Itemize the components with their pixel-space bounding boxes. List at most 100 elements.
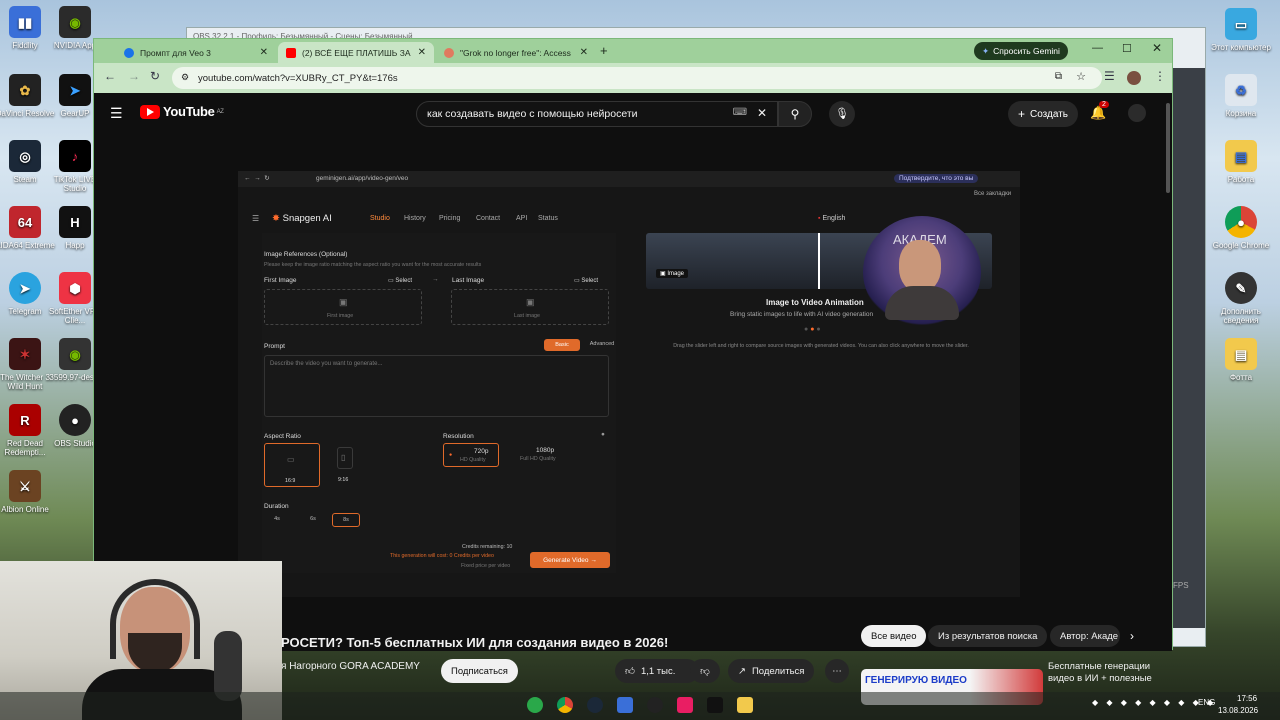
region-code: AZ [216,108,224,115]
duration-8s-option[interactable]: 8s [332,513,360,527]
minimize-button[interactable]: — [1092,42,1103,54]
desktop-icon-folder-work[interactable]: ▤ Работа [1210,140,1272,184]
taskbar-chrome-icon[interactable] [557,697,573,713]
suggested-video-title[interactable]: Бесплатные генерации видео в ИИ + полезн… [1048,661,1158,685]
share-button[interactable]: ↗ Поделиться [728,659,815,683]
desktop-icon-this-pc[interactable]: ▭ Этот компьютер [1210,8,1272,52]
last-image-select[interactable]: ▭ Select [574,277,598,284]
generation-cost: This generation will cost: 0 Credits per… [390,553,494,559]
chrome-window[interactable]: Промпт для Veo 3 ✕ (2) ВСЁ ЕЩЕ ПЛАТИШЬ З… [93,38,1173,705]
clock-time[interactable]: 17:56 [1237,694,1257,703]
page-scrollbar[interactable] [1166,103,1170,193]
tab-youtube-video[interactable]: (2) ВСЁ ЕЩЕ ПЛАТИШЬ ЗА ✕ [278,42,434,63]
nav-studio[interactable]: Studio [370,215,390,222]
image-badge: ▣ Image [656,269,689,278]
voice-search-button[interactable]: 🎙 [829,101,855,127]
tab-veo-prompt[interactable]: Промпт для Veo 3 ✕ [116,42,276,63]
reload-icon[interactable]: ↻ [150,69,160,83]
slider-handle[interactable] [818,233,820,289]
plus-icon: + [1018,107,1026,121]
first-image-dropzone[interactable]: ▣ First image [264,289,422,325]
app-menu-icon[interactable]: ☰ [252,214,259,223]
filter-all-videos[interactable]: Все видео [861,625,927,647]
taskbar-obs-icon[interactable] [647,697,663,713]
video-player[interactable]: ← → ↻ geminigen.ai/app/video-gen/veo Под… [238,171,1020,597]
desktop-icon-info[interactable]: ✎ Дополнить сведения [1210,272,1272,325]
nav-history[interactable]: History [404,215,426,222]
desktop-icon-recycle-bin[interactable]: ♻ Корзина [1210,74,1272,118]
obs-side-panel [1171,68,1205,628]
search-input[interactable]: как создавать видео с помощью нейросети … [416,101,778,127]
close-tab-icon[interactable]: ✕ [580,47,588,58]
channel-name[interactable]: я Нагорного GORA ACADEMY [281,661,420,672]
gemini-icon: ✦ [982,45,990,56]
subscribe-button[interactable]: Подписаться [441,659,518,683]
taskbar-refresh-app-icon[interactable] [527,697,543,713]
desktop-icon-albion[interactable]: ⚔ Albion Online [0,470,56,514]
tab-grok-article[interactable]: "Grok no longer free": Access ✕ [436,42,596,63]
nav-contact[interactable]: Contact [476,215,500,222]
clock-date[interactable]: 13.08.2026 [1218,706,1258,715]
mic-icon: 🎙 [835,108,849,120]
aspect-9-16-option[interactable]: ▯ [337,447,353,469]
taskbar-tiktok-icon[interactable] [677,697,693,713]
close-window-button[interactable]: ✕ [1152,41,1162,55]
mode-advanced-button[interactable]: Advanced [582,339,622,351]
dislike-button[interactable]: 👎︎ [690,659,720,683]
close-tab-icon[interactable]: ✕ [260,47,268,58]
filter-author[interactable]: Автор: Акаде [1050,625,1120,647]
bookmark-star-icon[interactable]: ☆ [1076,70,1086,83]
desktop-icon-google-chrome[interactable]: ● Google Chrome [1210,206,1272,250]
site-info-icon[interactable]: ⚙ [181,72,189,83]
url-field[interactable]: ⚙ youtube.com/watch?v=XUBRy_CT_PY&t=176s… [172,67,1102,89]
maximize-button[interactable]: ☐ [1122,42,1132,55]
account-avatar[interactable] [1128,104,1146,122]
taskbar-fiddlity-icon[interactable] [617,697,633,713]
install-app-icon[interactable]: ⧉ [1055,71,1062,82]
help-icon[interactable]: ● [601,431,605,438]
back-icon[interactable]: ← [104,69,116,83]
brand-logo[interactable]: ✸ Snapgen AI [272,213,332,224]
duration-label: Duration [264,503,289,510]
taskbar-steam-icon[interactable] [587,697,603,713]
youtube-logo[interactable]: YouTube AZ [140,104,224,119]
nav-status[interactable]: Status [538,215,558,222]
resolution-720p-option[interactable]: ● 720p HD Quality [443,443,499,467]
last-image-dropzone[interactable]: ▣ Last image [451,289,609,325]
mode-basic-button[interactable]: Basic [544,339,580,351]
taskbar-happ-icon[interactable] [707,697,723,713]
filter-from-search[interactable]: Из результатов поиска [928,625,1048,647]
clear-search-icon[interactable]: ✕ [757,106,767,120]
desktop-icon-folder-photo[interactable]: ▤ Фотта [1210,338,1272,382]
ask-gemini-button[interactable]: ✦ Спросить Gemini [974,42,1068,60]
generate-video-button[interactable]: Generate Video → [530,552,610,568]
extensions-icon[interactable]: ☰ [1104,69,1115,83]
profile-avatar[interactable] [1127,71,1141,85]
image-placeholder-icon: ▣ [339,297,348,307]
aspect-16-9-option[interactable]: ▭ 16:9 [264,443,320,487]
create-button[interactable]: + Создать [1008,101,1079,127]
chevron-right-icon[interactable]: › [1130,629,1134,643]
taskbar-explorer-icon[interactable] [737,697,753,713]
resolution-1080p-option[interactable]: 1080p Full HD Quality [512,443,582,467]
language-select[interactable]: ▪ English [818,215,845,222]
more-actions-button[interactable]: ⋯ [825,659,849,683]
duration-6s-option[interactable]: 6s [300,513,326,527]
guide-menu-icon[interactable]: ☰ [110,105,123,122]
nav-pricing[interactable]: Pricing [439,215,460,222]
new-tab-button[interactable]: + [600,43,608,58]
generation-form: Image References (Optional) Please keep … [262,233,616,573]
notifications-button[interactable]: 🔔 2 [1090,101,1109,121]
duration-4s-option[interactable]: 4s [264,513,290,527]
close-tab-icon[interactable]: ✕ [418,47,426,58]
first-image-select[interactable]: ▭ Select [388,277,412,284]
keyboard-icon[interactable]: ⌨ [733,107,747,118]
search-button[interactable]: ⚲ [778,101,812,127]
language-indicator[interactable]: ENG [1198,698,1215,707]
like-button[interactable]: 👍︎ 1,1 тыс. [615,659,699,683]
forward-icon[interactable]: → [128,69,140,83]
carousel-dots[interactable]: ● ● ● [804,326,821,333]
nav-api[interactable]: API [516,215,527,222]
prompt-textarea[interactable]: Describe the video you want to generate.… [264,355,609,417]
chrome-menu-icon[interactable]: ⋮ [1154,69,1166,83]
